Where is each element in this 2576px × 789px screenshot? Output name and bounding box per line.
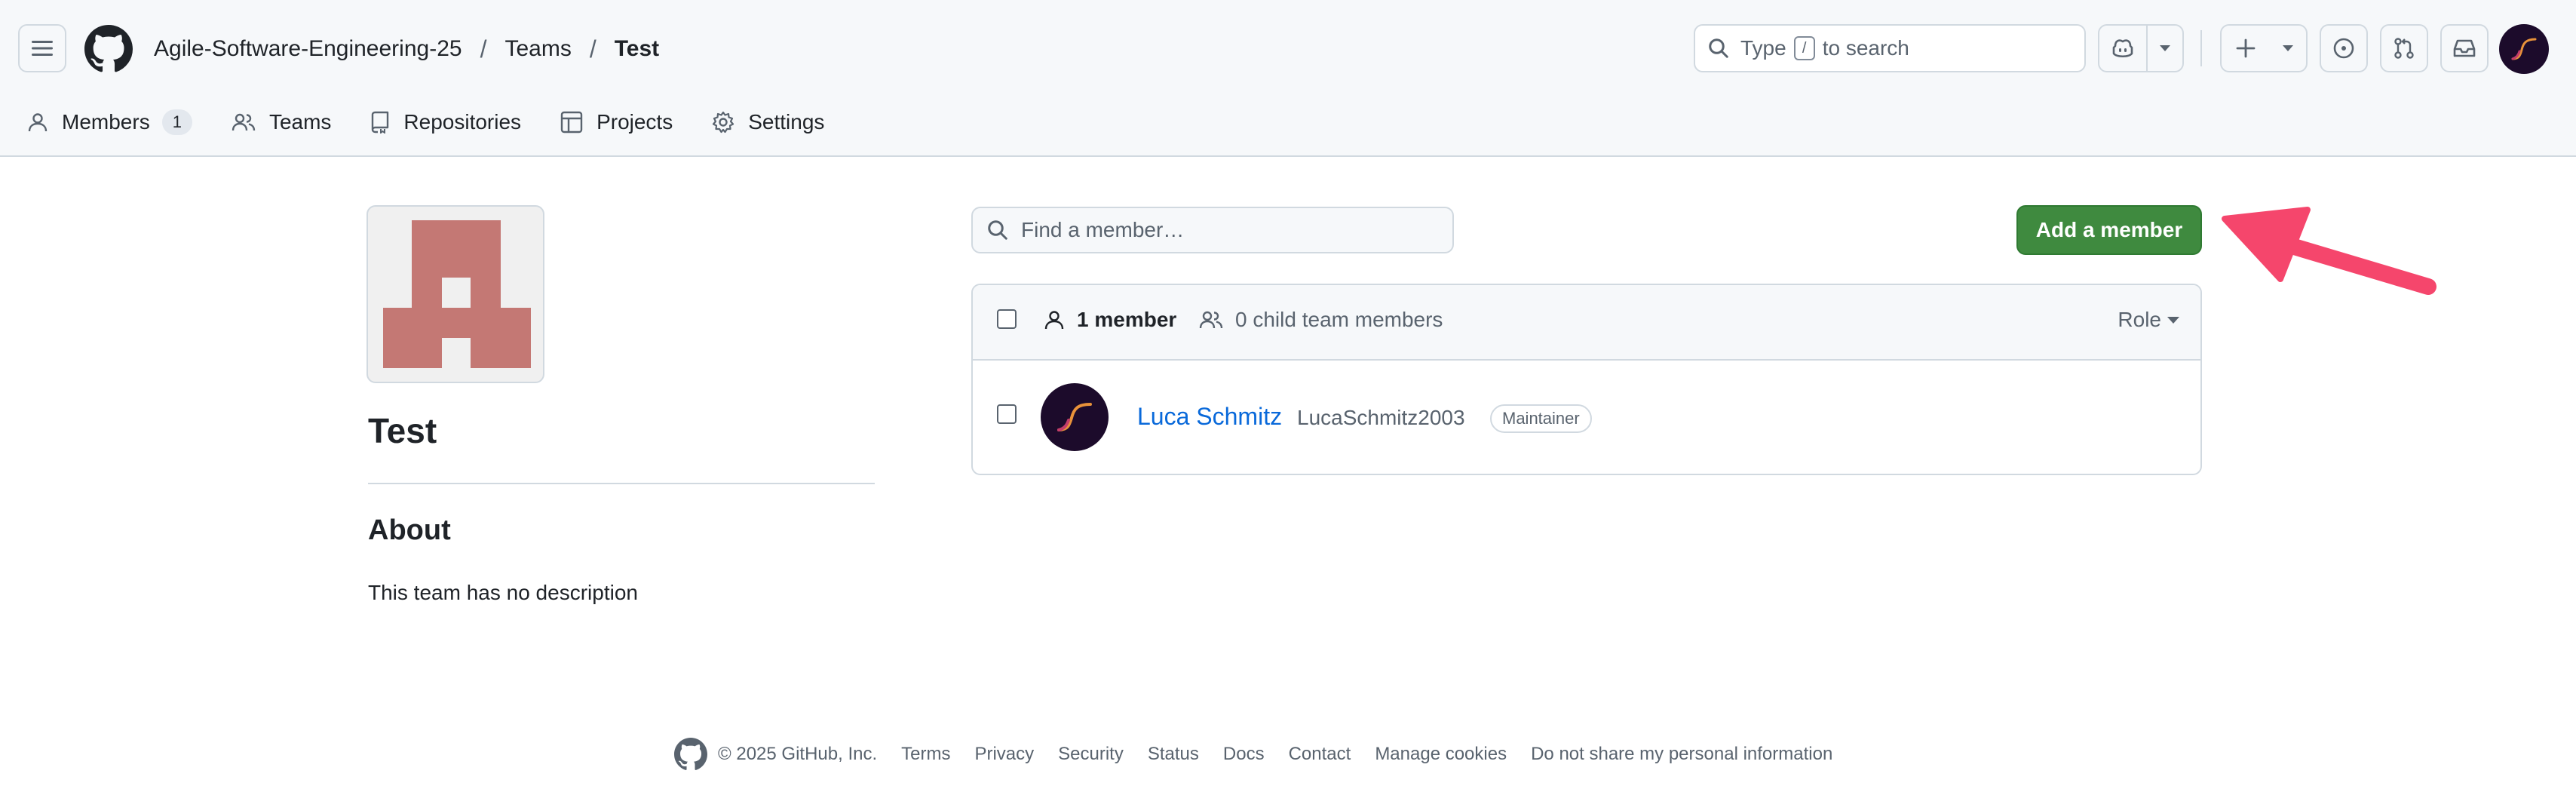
member-avatar-image (1057, 403, 1092, 431)
role-badge: Maintainer (1490, 404, 1592, 433)
triangle-down-icon (2167, 316, 2179, 324)
member-count-label: 1 member (1077, 308, 1177, 331)
create-new-caret (2270, 26, 2306, 71)
breadcrumb-org[interactable]: Agile-Software-Engineering-25 (154, 36, 462, 62)
select-all-checkbox[interactable] (997, 309, 1017, 329)
footer-link-do-not-share[interactable]: Do not share my personal information (1531, 744, 1832, 765)
breadcrumb-separator: / (480, 35, 487, 63)
members-list: 1 member 0 child team members Role Luca … (971, 284, 2202, 475)
gear-icon (713, 111, 734, 134)
table-icon (560, 111, 583, 134)
tab-members-label: Members (62, 110, 150, 134)
footer-link-terms[interactable]: Terms (901, 744, 950, 765)
plus-icon (2236, 38, 2256, 58)
tab-repositories[interactable]: Repositories (370, 110, 521, 134)
tab-members[interactable]: Members 1 (27, 109, 192, 135)
tab-teams[interactable]: Teams (232, 110, 331, 134)
member-count[interactable]: 1 member (1044, 308, 1176, 332)
search-shortcut-key: / (1793, 36, 1815, 60)
member-avatar[interactable] (1041, 383, 1109, 451)
tab-projects[interactable]: Projects (560, 110, 673, 134)
member-login[interactable]: LucaSchmitz2003 (1297, 406, 1465, 430)
search-icon (1709, 38, 1728, 58)
copilot-dropdown-button[interactable] (2148, 26, 2182, 71)
find-member-input[interactable]: Find a member… (971, 207, 1454, 253)
tab-settings-label: Settings (748, 110, 825, 134)
tab-settings[interactable]: Settings (712, 110, 824, 134)
header-divider (2200, 30, 2202, 66)
child-team-members[interactable]: 0 child team members (1199, 308, 1443, 332)
tab-members-count: 1 (161, 109, 192, 135)
user-avatar[interactable] (2499, 24, 2549, 74)
breadcrumb-teams[interactable]: Teams (504, 36, 571, 62)
member-checkbox[interactable] (997, 404, 1017, 424)
copilot-button[interactable] (2099, 26, 2146, 71)
footer-link-docs[interactable]: Docs (1223, 744, 1265, 765)
role-filter-dropdown[interactable]: Role (2118, 308, 2179, 332)
copilot-icon (2112, 39, 2133, 58)
issue-opened-icon (2333, 38, 2354, 59)
github-logo-icon[interactable] (674, 738, 707, 771)
menu-button[interactable] (18, 24, 66, 72)
members-list-header: 1 member 0 child team members Role (973, 285, 2200, 361)
breadcrumb-current[interactable]: Test (615, 36, 659, 62)
add-member-button[interactable]: Add a member (2016, 205, 2202, 255)
footer-link-contact[interactable]: Contact (1289, 744, 1351, 765)
top-bar: Agile-Software-Engineering-25 / Teams / … (0, 0, 2576, 98)
search-prefix: Type (1740, 36, 1786, 60)
role-filter-label: Role (2118, 308, 2161, 331)
divider (368, 483, 875, 484)
breadcrumb-separator: / (589, 35, 596, 63)
breadcrumb: Agile-Software-Engineering-25 / Teams / … (154, 33, 659, 65)
footer-copyright: © 2025 GitHub, Inc. (718, 744, 878, 764)
inbox-button[interactable] (2440, 24, 2489, 72)
table-row: Luca Schmitz LucaSchmitz2003 Maintainer (973, 361, 2200, 474)
annotation-arrow-icon (2222, 207, 2436, 295)
triangle-down-icon (2160, 45, 2170, 51)
create-new-button[interactable] (2220, 24, 2308, 72)
team-name: Test (368, 411, 437, 450)
github-logo-icon[interactable] (84, 25, 133, 73)
person-icon (28, 113, 48, 132)
pull-requests-button[interactable] (2380, 24, 2428, 72)
footer-link-privacy[interactable]: Privacy (974, 744, 1034, 765)
global-search-input[interactable]: Type / to search (1694, 24, 2086, 72)
create-new-plus (2222, 26, 2270, 71)
copilot-button-group (2098, 24, 2184, 72)
user-avatar-image (2511, 38, 2537, 60)
tab-teams-label: Teams (268, 110, 332, 134)
people-icon (232, 113, 256, 131)
triangle-down-icon (2283, 45, 2293, 51)
footer-link-security[interactable]: Security (1058, 744, 1124, 765)
inbox-icon (2453, 39, 2476, 57)
team-tabs: Members 1 Teams Repositories Projects Se… (27, 103, 863, 142)
identicon-image (383, 220, 531, 368)
team-description: This team has no description (368, 581, 638, 604)
member-name-link[interactable]: Luca Schmitz (1137, 403, 1282, 431)
search-suffix: to search (1822, 36, 1909, 60)
team-avatar (366, 205, 544, 383)
git-pull-request-icon (2394, 38, 2414, 59)
people-icon (1199, 311, 1223, 329)
find-member-placeholder: Find a member… (1021, 218, 1185, 241)
repo-icon (372, 111, 389, 134)
global-header: Agile-Software-Engineering-25 / Teams / … (0, 0, 2576, 157)
footer-link-status[interactable]: Status (1148, 744, 1199, 765)
issues-button[interactable] (2320, 24, 2368, 72)
tab-projects-label: Projects (596, 110, 673, 134)
about-heading: About (368, 514, 451, 546)
search-icon (988, 220, 1007, 240)
footer-link-manage-cookies[interactable]: Manage cookies (1375, 744, 1507, 765)
tab-repositories-label: Repositories (403, 110, 522, 134)
footer: © 2025 GitHub, Inc. Terms Privacy Securi… (674, 738, 1857, 771)
child-team-members-label: 0 child team members (1235, 308, 1443, 331)
hamburger-icon (32, 41, 53, 56)
person-icon (1044, 311, 1064, 330)
